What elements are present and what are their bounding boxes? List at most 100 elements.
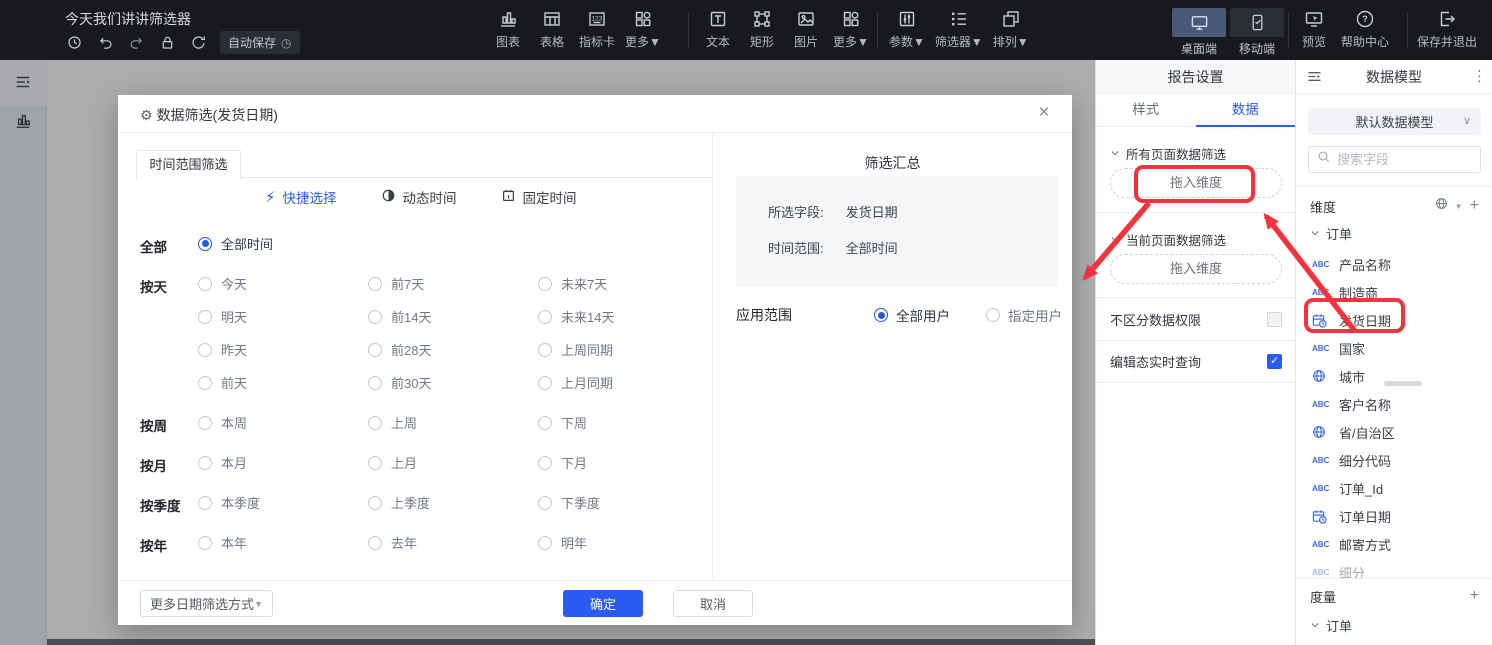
save-exit-button[interactable]: 保存并退出 (1412, 8, 1482, 50)
device-desktop[interactable]: 桌面端 (1172, 8, 1226, 57)
tab-style[interactable]: 样式 (1096, 94, 1196, 126)
tool-rectangle[interactable]: 矩形 (740, 8, 784, 50)
table-icon (542, 8, 562, 30)
checkbox-checked[interactable] (1267, 354, 1282, 369)
tool-more-object[interactable]: 更多▼ (828, 8, 874, 50)
cancel-button[interactable]: 取消 (673, 590, 753, 617)
checkbox-unchecked[interactable] (1267, 312, 1282, 327)
radio-last-week[interactable]: 上周 (368, 415, 538, 430)
refresh-icon[interactable] (189, 34, 207, 52)
tool-chart[interactable]: 图表 (486, 8, 530, 50)
field-order-date[interactable]: 订单日期 (1312, 502, 1391, 530)
tool-more-insert[interactable]: 更多▼ (620, 8, 666, 50)
field-order-id[interactable]: ABC订单_Id (1312, 474, 1383, 502)
preview-button[interactable]: 预览 (1292, 8, 1336, 50)
radio-this-month[interactable]: 本月 (198, 455, 368, 470)
radio-this-quarter[interactable]: 本季度 (198, 495, 368, 510)
scroll-indicator[interactable] (1384, 381, 1422, 386)
search-input[interactable] (1337, 152, 1457, 167)
history-icon[interactable] (65, 34, 83, 52)
field-segment[interactable]: ABC细分 (1312, 558, 1365, 578)
more-date-filter-dropdown[interactable]: 更多日期筛选方式 ▼ (140, 590, 273, 617)
tab-time-range-filter[interactable]: 时间范围筛选 (136, 150, 241, 179)
radio-same-period-last-week[interactable]: 上周同期 (538, 342, 708, 357)
radio-specified-users[interactable]: 指定用户 (986, 305, 1098, 325)
add-measure-icon[interactable]: + (1470, 589, 1479, 603)
kebab-menu-icon[interactable]: ⋮ (1472, 67, 1484, 85)
radio-next-14-days[interactable]: 未来14天 (538, 309, 708, 324)
field-ship-mode[interactable]: ABC邮寄方式 (1312, 530, 1391, 558)
radio-next-week[interactable]: 下周 (538, 415, 708, 430)
mode-fixed-time[interactable]: 固定时间 (501, 187, 577, 207)
field-segment-code[interactable]: ABC细分代码 (1312, 446, 1391, 474)
field-ship-date[interactable]: 发货日期 (1312, 306, 1391, 334)
radio-last-14-days[interactable]: 前14天 (368, 309, 538, 324)
radio-this-year[interactable]: 本年 (198, 535, 368, 550)
radio-all-users[interactable]: 全部用户 (874, 305, 986, 325)
section-current-page-filter[interactable]: 当前页面数据筛选 (1110, 230, 1226, 249)
radio-today[interactable]: 今天 (198, 276, 368, 291)
divider (1096, 382, 1295, 383)
field-city[interactable]: 城市 (1312, 362, 1365, 390)
radio-day-before-yesterday[interactable]: 前天 (198, 375, 368, 390)
field-manufacturer[interactable]: ABC制造商 (1312, 278, 1378, 306)
drop-dimension-zone-current-page[interactable]: 拖入维度 (1110, 254, 1282, 284)
redo-icon[interactable] (127, 34, 145, 52)
radio-same-period-last-month[interactable]: 上月同期 (538, 375, 708, 390)
tool-kpi-card[interactable]: 123 指标卡 (574, 8, 620, 50)
radio-next-year[interactable]: 明年 (538, 535, 708, 550)
help-center-button[interactable]: ? 帮助中心 (1336, 8, 1394, 50)
calendar-icon (501, 188, 516, 206)
radio-next-quarter[interactable]: 下季度 (538, 495, 708, 510)
search-icon (1317, 150, 1331, 169)
field-product-name[interactable]: ABC产品名称 (1312, 250, 1391, 278)
radio-last-7-days[interactable]: 前7天 (368, 276, 538, 291)
radio-next-month[interactable]: 下月 (538, 455, 708, 470)
field-customer-name[interactable]: ABC客户名称 (1312, 390, 1391, 418)
radio-this-week[interactable]: 本周 (198, 415, 368, 430)
abc-icon: ABC (1312, 260, 1332, 269)
radio-last-28-days[interactable]: 前28天 (368, 342, 538, 357)
tab-data[interactable]: 数据 (1196, 94, 1296, 126)
section-all-pages-filter[interactable]: 所有页面数据筛选 (1110, 144, 1226, 163)
caret-down-icon[interactable]: ▼ (1455, 202, 1463, 211)
abc-icon: ABC (1312, 456, 1332, 465)
tool-text[interactable]: 文本 (696, 8, 740, 50)
device-mobile[interactable]: 移动端 (1230, 8, 1284, 57)
tool-table[interactable]: 表格 (530, 8, 574, 50)
radio-tomorrow[interactable]: 明天 (198, 309, 368, 324)
tool-parameters[interactable]: 参数▼ (884, 8, 930, 50)
radio-last-month[interactable]: 上月 (368, 455, 538, 470)
divider (1296, 578, 1492, 579)
close-icon[interactable]: × (1032, 102, 1056, 124)
tool-picture[interactable]: 图片 (784, 8, 828, 50)
dimension-group-orders[interactable]: 订单 (1310, 224, 1352, 243)
summary-range-row: 时间范围: 全部时间 (768, 238, 898, 257)
confirm-button[interactable]: 确定 (563, 590, 643, 617)
mode-quick-select[interactable]: ⚡ 快捷选择 (265, 187, 337, 207)
tool-arrange[interactable]: 排列▼ (988, 8, 1034, 50)
radio-last-year[interactable]: 去年 (368, 535, 538, 550)
lock-icon[interactable] (158, 34, 176, 52)
measure-group-orders[interactable]: 订单 (1310, 616, 1352, 635)
control-group: 参数▼ 筛选器▼ 排列▼ (884, 8, 1034, 50)
geo-globe-icon[interactable] (1435, 197, 1448, 215)
radio-all-time[interactable]: 全部时间 (198, 236, 368, 251)
radio-icon (538, 310, 552, 324)
tool-filter[interactable]: 筛选器▼ (930, 8, 988, 50)
model-selector[interactable]: 默认数据模型 ∨ (1308, 108, 1481, 135)
field-country[interactable]: ABC国家 (1312, 334, 1365, 362)
radio-next-7-days[interactable]: 未来7天 (538, 276, 708, 291)
drop-dimension-zone-all-pages[interactable]: 拖入维度 (1110, 168, 1282, 198)
dimensions-header-row: 维度 ▼ + (1310, 194, 1479, 218)
field-province[interactable]: 省/自治区 (1312, 418, 1395, 446)
summary-field-row: 所选字段: 发货日期 (768, 202, 898, 221)
undo-icon[interactable] (96, 34, 114, 52)
radio-last-30-days[interactable]: 前30天 (368, 375, 538, 390)
radio-yesterday[interactable]: 昨天 (198, 342, 368, 357)
help-icon: ? (1355, 8, 1375, 30)
add-dimension-icon[interactable]: + (1470, 199, 1479, 213)
mode-dynamic-time[interactable]: 动态时间 (381, 187, 457, 207)
chevron-down-icon (1110, 233, 1120, 247)
radio-last-quarter[interactable]: 上季度 (368, 495, 538, 510)
